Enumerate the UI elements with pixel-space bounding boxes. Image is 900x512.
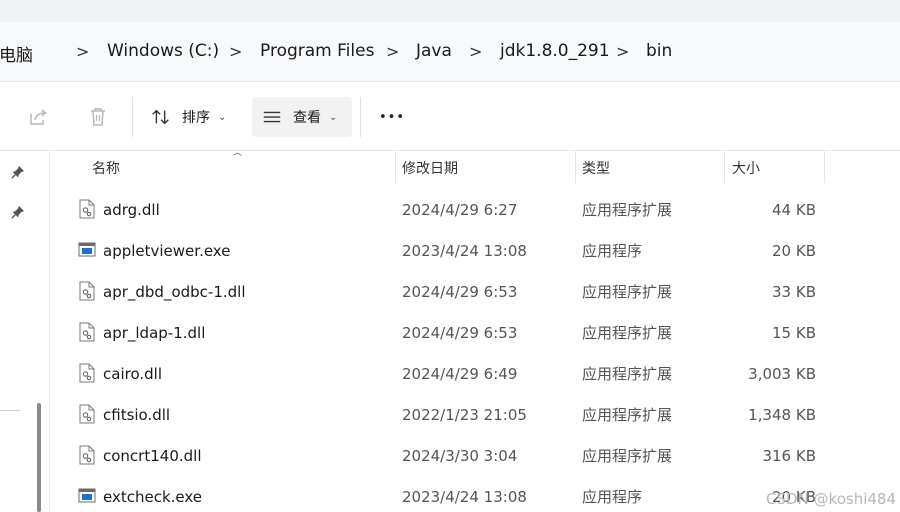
list-view-icon xyxy=(263,111,281,123)
column-type[interactable]: 类型 xyxy=(582,151,610,185)
file-row[interactable]: adrg.dll 2024/4/29 6:27 应用程序扩展 44 KB xyxy=(50,189,900,230)
toolbar-separator xyxy=(360,97,361,137)
column-size[interactable]: 大小 xyxy=(732,151,760,185)
file-name: cfitsio.dll xyxy=(103,405,171,424)
pin-icon[interactable] xyxy=(11,165,25,179)
file-row[interactable]: apr_ldap-1.dll 2024/4/29 6:53 应用程序扩展 15 KB xyxy=(50,312,900,353)
column-divider[interactable] xyxy=(724,151,725,183)
navigation-pane xyxy=(0,151,50,512)
breadcrumb: 此电脑 > Windows (C:) > Program Files > Jav… xyxy=(0,22,900,82)
column-divider[interactable] xyxy=(395,151,396,183)
file-type: 应用程序扩展 xyxy=(582,201,673,219)
column-divider[interactable] xyxy=(824,151,825,183)
breadcrumb-bin[interactable]: bin xyxy=(646,41,672,61)
exe-file-icon xyxy=(78,242,96,257)
file-modified: 2024/3/30 3:04 xyxy=(402,446,518,465)
file-modified: 2024/4/29 6:53 xyxy=(402,282,518,301)
file-row[interactable]: apr_dbd_odbc-1.dll 2024/4/29 6:53 应用程序扩展 33… xyxy=(50,271,900,312)
file-type: 应用程序 xyxy=(582,242,643,260)
file-type: 应用程序扩展 xyxy=(582,283,673,301)
toolbar-separator xyxy=(132,97,133,137)
file-name: apr_dbd_odbc-1.dll xyxy=(103,282,246,301)
breadcrumb-java[interactable]: Java xyxy=(416,41,452,61)
file-type: 应用程序扩展 xyxy=(582,324,673,342)
file-modified: 2022/1/23 21:05 xyxy=(402,405,527,424)
breadcrumb-program-files[interactable]: Program Files xyxy=(260,41,374,61)
dll-file-icon xyxy=(79,281,95,301)
file-type: 应用程序扩展 xyxy=(582,447,673,465)
delete-icon[interactable] xyxy=(86,105,110,129)
file-type: 应用程序扩展 xyxy=(582,406,673,424)
more-options-button[interactable]: ••• xyxy=(374,97,410,137)
file-size: 15 KB xyxy=(772,323,816,342)
file-name: cairo.dll xyxy=(103,364,162,383)
file-name: apr_ldap-1.dll xyxy=(103,323,206,342)
file-modified: 2024/4/29 6:27 xyxy=(402,200,518,219)
exe-file-icon xyxy=(78,488,96,503)
file-modified: 2024/4/29 6:53 xyxy=(402,323,518,342)
column-name[interactable]: 名称 xyxy=(92,151,120,185)
dll-file-icon xyxy=(79,445,95,465)
file-name: appletviewer.exe xyxy=(103,241,231,260)
breadcrumb-separator[interactable]: > xyxy=(469,42,482,61)
watermark: CSDN @koshi484 xyxy=(766,490,896,508)
view-button[interactable]: 查看 ⌄ xyxy=(252,97,352,137)
file-size: 33 KB xyxy=(772,282,816,301)
dll-file-icon xyxy=(79,404,95,424)
breadcrumb-separator[interactable]: > xyxy=(76,42,89,61)
divider xyxy=(0,410,20,411)
file-row[interactable]: cfitsio.dll 2022/1/23 21:05 应用程序扩展 1,348 KB xyxy=(50,394,900,435)
command-bar: 排序 ⌄ 查看 ⌄ ••• xyxy=(0,83,900,151)
column-header: 名称 修改日期 类型 大小 xyxy=(50,151,900,185)
dll-file-icon xyxy=(79,363,95,383)
breadcrumb-separator[interactable]: > xyxy=(616,42,629,61)
breadcrumb-this-pc[interactable]: 此电脑 xyxy=(0,41,33,66)
chevron-down-icon: ⌄ xyxy=(218,111,227,123)
scrollbar-thumb[interactable] xyxy=(37,403,41,512)
file-modified: 2024/4/29 6:49 xyxy=(402,364,518,383)
file-type: 应用程序扩展 xyxy=(582,365,673,383)
file-size: 316 KB xyxy=(762,446,816,465)
dll-file-icon xyxy=(79,322,95,342)
share-icon[interactable] xyxy=(26,105,50,129)
more-icon: ••• xyxy=(378,109,405,125)
sort-icon xyxy=(152,109,169,125)
title-bar-strip xyxy=(0,0,900,22)
file-modified: 2023/4/24 13:08 xyxy=(402,487,527,506)
view-label: 查看 xyxy=(293,110,321,126)
sort-ascending-icon: ︿ xyxy=(233,148,243,158)
file-type: 应用程序 xyxy=(582,488,643,506)
breadcrumb-jdk[interactable]: jdk1.8.0_291 xyxy=(500,41,610,61)
column-modified[interactable]: 修改日期 xyxy=(402,151,458,185)
file-size: 3,003 KB xyxy=(748,364,816,383)
file-row[interactable]: appletviewer.exe 2023/4/24 13:08 应用程序 20 KB xyxy=(50,230,900,271)
breadcrumb-separator[interactable]: > xyxy=(386,42,399,61)
file-row[interactable]: cairo.dll 2024/4/29 6:49 应用程序扩展 3,003 KB xyxy=(50,353,900,394)
chevron-down-icon: ⌄ xyxy=(329,111,338,123)
file-name: concrt140.dll xyxy=(103,446,202,465)
file-name: adrg.dll xyxy=(103,200,160,219)
column-divider[interactable] xyxy=(575,151,576,183)
sort-label: 排序 xyxy=(182,110,210,126)
file-modified: 2023/4/24 13:08 xyxy=(402,241,527,260)
breadcrumb-drive-c[interactable]: Windows (C:) xyxy=(107,41,219,61)
file-size: 44 KB xyxy=(772,200,816,219)
file-name: extcheck.exe xyxy=(103,487,203,506)
pin-icon[interactable] xyxy=(11,205,25,219)
file-row[interactable]: concrt140.dll 2024/3/30 3:04 应用程序扩展 316 KB xyxy=(50,435,900,476)
breadcrumb-separator[interactable]: > xyxy=(229,42,242,61)
file-size: 1,348 KB xyxy=(748,405,816,424)
sort-button[interactable]: 排序 ⌄ xyxy=(146,97,240,137)
file-size: 20 KB xyxy=(772,241,816,260)
dll-file-icon xyxy=(79,199,95,219)
